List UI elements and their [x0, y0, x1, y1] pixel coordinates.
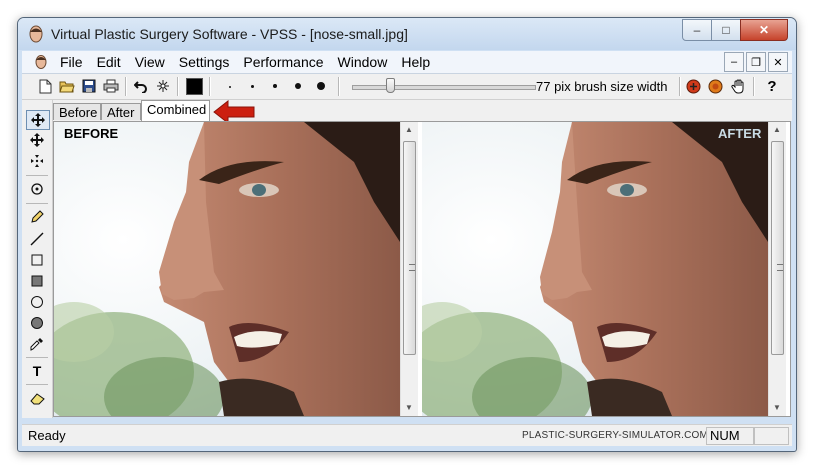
status-text: Ready [28, 428, 66, 443]
mdi-controls: – ❐ ✕ [722, 52, 788, 72]
menu-edit[interactable]: Edit [97, 54, 121, 70]
tab-before[interactable]: Before [53, 103, 101, 120]
before-photo [54, 122, 400, 416]
rectangle-tool-icon[interactable] [26, 251, 48, 269]
help-icon[interactable]: ? [763, 77, 781, 95]
maximize-button[interactable]: □ [711, 19, 741, 41]
after-photo [422, 122, 768, 416]
before-label: BEFORE [64, 126, 119, 141]
apply-red-icon[interactable] [684, 77, 702, 95]
brush-size-5-button[interactable] [317, 82, 325, 90]
scroll-grip [777, 264, 783, 271]
tools-separator [26, 357, 48, 358]
text-tool-icon[interactable]: T [26, 362, 48, 380]
document-icon[interactable] [34, 54, 48, 69]
toolbar: 77 pix brush size width ? [22, 74, 792, 100]
active-color-swatch [185, 77, 203, 95]
rotate-tool-icon[interactable] [26, 180, 48, 198]
toolbar-separator [125, 77, 127, 96]
move-tool-icon[interactable] [26, 110, 50, 130]
after-vertical-scrollbar[interactable]: ▲ ▼ [768, 122, 786, 416]
view-tabs: Before After Combined [53, 100, 792, 121]
tools-separator [26, 175, 48, 176]
toolbar-separator [753, 77, 755, 96]
eyedropper-icon[interactable] [26, 335, 48, 353]
menu-file[interactable]: File [60, 54, 83, 70]
app-icon [29, 25, 43, 43]
brush-size-4-button[interactable] [295, 83, 301, 89]
scroll-up-icon[interactable]: ▲ [773, 125, 781, 134]
status-panel-empty [753, 427, 789, 445]
window-controls: – □ ✕ [682, 19, 788, 41]
close-button[interactable]: ✕ [740, 19, 788, 41]
menu-bar: File Edit View Settings Performance Wind… [22, 51, 792, 74]
mdi-close-button[interactable]: ✕ [768, 52, 788, 72]
menu-window[interactable]: Window [338, 54, 388, 70]
hand-pan-icon[interactable] [730, 77, 748, 95]
scroll-grip [409, 264, 415, 271]
minimize-button[interactable]: – [682, 19, 712, 41]
expand-tool-icon[interactable] [26, 131, 48, 149]
scroll-down-icon[interactable]: ▼ [773, 403, 781, 412]
save-icon[interactable] [80, 77, 98, 95]
tools-separator [26, 384, 48, 385]
new-file-icon[interactable] [36, 77, 54, 95]
menu-items: File Edit View Settings Performance Wind… [60, 54, 444, 70]
status-website: PLASTIC-SURGERY-SIMULATOR.COM [522, 430, 709, 441]
tab-after[interactable]: After [101, 103, 141, 120]
window-title: Virtual Plastic Surgery Software - VPSS … [51, 26, 408, 42]
line-tool-icon[interactable] [26, 230, 48, 248]
menu-performance[interactable]: Performance [243, 54, 323, 70]
ellipse-tool-icon[interactable] [26, 293, 48, 311]
undo-icon[interactable] [132, 77, 150, 95]
num-lock-indicator: NUM [706, 427, 755, 445]
toolbar-separator [338, 77, 340, 96]
mdi-restore-button[interactable]: ❐ [746, 52, 766, 72]
scroll-down-icon[interactable]: ▼ [405, 403, 413, 412]
scroll-thumb[interactable] [403, 141, 416, 355]
menu-help[interactable]: Help [401, 54, 430, 70]
open-folder-icon[interactable] [58, 77, 76, 95]
tools-panel: T [22, 100, 53, 418]
title-bar[interactable]: Virtual Plastic Surgery Software - VPSS … [18, 18, 796, 50]
tab-combined[interactable]: Combined [141, 100, 210, 121]
filled-rectangle-tool-icon[interactable] [26, 272, 48, 290]
scroll-up-icon[interactable]: ▲ [405, 125, 413, 134]
eraser-icon[interactable] [26, 389, 48, 407]
brush-size-slider-thumb[interactable] [386, 78, 395, 93]
brush-size-3-button[interactable] [273, 84, 277, 88]
print-icon[interactable] [102, 77, 120, 95]
menu-view[interactable]: View [135, 54, 165, 70]
brush-size-2-button[interactable] [251, 85, 254, 88]
after-pane[interactable]: AFTER ▲ ▼ [422, 122, 786, 416]
filled-ellipse-tool-icon[interactable] [26, 314, 48, 332]
toolbar-separator [177, 77, 179, 96]
brush-size-1-button[interactable] [229, 86, 231, 88]
mdi-minimize-button[interactable]: – [724, 52, 744, 72]
app-window: Virtual Plastic Surgery Software - VPSS … [17, 17, 797, 452]
after-label: AFTER [718, 126, 762, 141]
brush-size-slider[interactable] [352, 85, 536, 90]
before-pane[interactable]: BEFORE ▲ ▼ [54, 122, 418, 416]
before-vertical-scrollbar[interactable]: ▲ ▼ [400, 122, 418, 416]
apply-orange-icon[interactable] [706, 77, 724, 95]
magic-wand-icon[interactable] [154, 77, 172, 95]
brush-size-label: 77 pix brush size width [536, 79, 668, 94]
pencil-icon[interactable] [26, 208, 48, 226]
status-bar: Ready PLASTIC-SURGERY-SIMULATOR.COM NUM [22, 424, 792, 446]
toolbar-separator [209, 77, 211, 96]
shrink-tool-icon[interactable] [26, 152, 48, 170]
menu-settings[interactable]: Settings [179, 54, 230, 70]
scroll-thumb[interactable] [771, 141, 784, 355]
tools-separator [26, 203, 48, 204]
toolbar-separator [679, 77, 681, 96]
color-picker-button[interactable] [185, 77, 203, 95]
image-view-area: BEFORE ▲ ▼ AFTER ▲ ▼ [53, 121, 791, 417]
